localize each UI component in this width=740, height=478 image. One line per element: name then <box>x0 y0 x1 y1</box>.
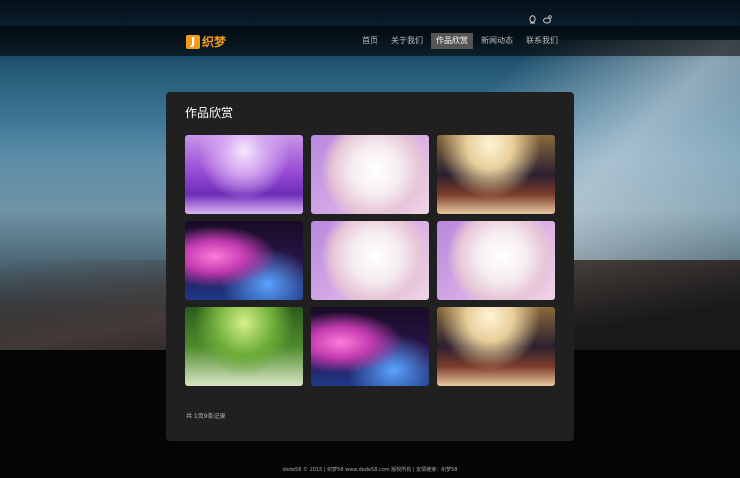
gallery-item[interactable] <box>311 135 429 214</box>
nav-item-about[interactable]: 关于我们 <box>386 33 428 49</box>
gallery-item[interactable] <box>185 135 303 214</box>
nav-item-works[interactable]: 作品欣赏 <box>431 33 473 49</box>
logo-text: 织梦 <box>202 35 227 49</box>
gallery-item[interactable] <box>185 221 303 300</box>
pagination-info: 共 1页9条记录 <box>186 413 226 420</box>
weibo-icon[interactable] <box>543 9 552 24</box>
gallery-item[interactable] <box>437 135 555 214</box>
page-title: 作品欣赏 <box>185 106 234 120</box>
gallery-item[interactable] <box>437 307 555 386</box>
footer-copyright: dede58 © 2015 | 织梦58 www.dede58.com 版权所有… <box>282 467 458 473</box>
social-icons <box>528 9 552 24</box>
qq-icon[interactable] <box>528 9 537 24</box>
main-nav: J 织梦 首页 关于我们 作品欣赏 新闻动态 联系我们 <box>0 26 740 56</box>
gallery-item[interactable] <box>437 221 555 300</box>
top-bar <box>0 0 740 26</box>
nav-item-contact[interactable]: 联系我们 <box>521 33 563 49</box>
nav-item-news[interactable]: 新闻动态 <box>476 33 518 49</box>
gallery-item[interactable] <box>185 307 303 386</box>
content-panel: 作品欣赏 共 1页9条记录 <box>166 92 574 441</box>
nav-menu: 首页 关于我们 作品欣赏 新闻动态 联系我们 <box>354 33 563 49</box>
gallery-item[interactable] <box>311 221 429 300</box>
logo-mark: J <box>186 34 200 49</box>
gallery-item[interactable] <box>311 307 429 386</box>
site-logo[interactable]: J 织梦 <box>186 33 226 50</box>
nav-item-home[interactable]: 首页 <box>357 33 383 49</box>
